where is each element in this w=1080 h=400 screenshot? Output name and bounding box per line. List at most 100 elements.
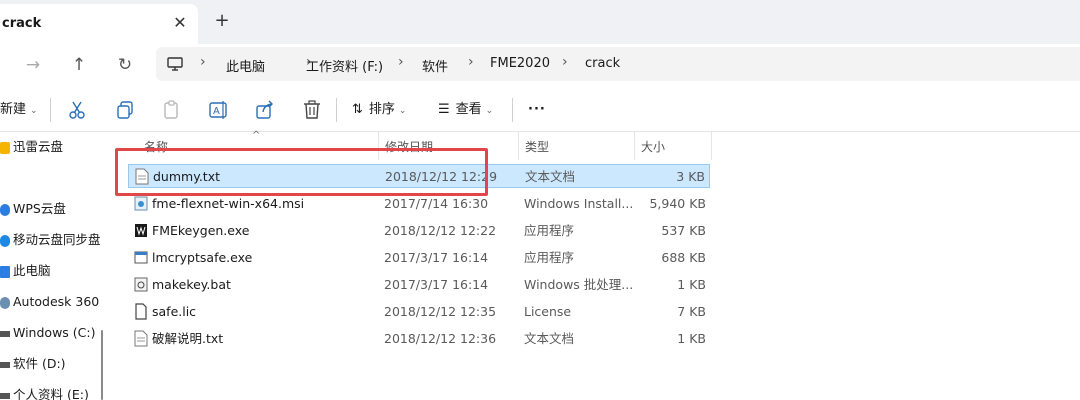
more-options-button[interactable]: ··· [528,99,546,121]
sidebar-item-this-pc[interactable]: 此电脑 [0,260,51,282]
forward-arrow-icon[interactable]: → [20,52,46,78]
file-size: 537 KB [661,223,706,238]
file-date: 2017/3/17 16:14 [384,250,489,265]
close-icon[interactable]: ✕ [170,13,190,33]
tab-title: crack [2,16,42,31]
file-size: 1 KB [677,331,706,346]
column-divider[interactable] [634,132,635,160]
tab-crack[interactable]: crack ✕ [0,4,198,44]
breadcrumb-crack[interactable]: crack [585,56,620,71]
sidebar-item-drive-e[interactable]: 个人资料 (E:) [0,384,89,400]
chevron-down-icon: ⌄ [485,106,494,116]
sort-icon: ⇅ [352,102,363,117]
share-icon[interactable] [254,99,276,121]
chevron-down-icon: ⌄ [30,106,38,116]
breadcrumb-separator: › [562,54,568,70]
file-name: fme-flexnet-win-x64.msi [152,196,305,211]
sidebar-item-mobile-cloud[interactable]: 移动云盘同步盘 [0,229,101,251]
column-divider[interactable] [518,132,519,160]
file-size: 3 KB [676,169,705,184]
view-button[interactable]: ☰ 查看 ⌄ [438,99,493,121]
file-type: License [524,304,572,319]
file-name: 破解说明.txt [152,331,224,346]
annotation-highlight-box [115,148,488,196]
table-row[interactable]: 破解说明.txt 2018/12/12 12:36 文本文档 1 KB [128,327,710,351]
file-date: 2017/7/14 16:30 [384,196,489,211]
breadcrumb-work-drive-label[interactable]: 工作资料 (F:) [306,56,383,75]
cut-icon[interactable] [66,99,88,121]
copy-icon[interactable] [114,99,136,121]
cloud-drive-icon [0,141,10,154]
sort-label: 排序 [368,102,395,117]
file-name: makekey.bat [152,277,231,292]
breadcrumb-separator: › [398,54,404,70]
file-type: 应用程序 [524,223,575,238]
sidebar-scrollbar[interactable] [101,330,103,400]
file-date: 2018/12/12 12:36 [384,331,497,346]
file-type: Windows Install... [524,196,634,211]
cloud-icon [0,203,10,216]
sidebar-item-label: Autodesk 360 [13,294,100,309]
sidebar-item-label: WPS云盘 [13,201,66,216]
view-label: 查看 [455,102,482,117]
breadcrumb-this-pc[interactable]: 此电脑 [226,56,265,75]
file-name: safe.lic [152,304,197,319]
file-type: 应用程序 [524,250,575,265]
column-header-type[interactable]: 类型 [525,136,549,158]
paste-icon[interactable] [161,99,183,121]
table-row[interactable]: safe.lic 2018/12/12 12:35 License 7 KB [128,300,710,324]
toolbar-divider [512,98,513,122]
file-type: 文本文档 [524,331,575,346]
sort-ascending-icon: ^ [252,130,261,141]
table-row[interactable]: makekey.bat 2017/3/17 16:14 Windows 批处理.… [128,273,710,297]
toolbar-divider [50,98,51,122]
command-bar: 新建 ⌄ A ⇅ 排序 ⌄ ☰ 查看 ⌄ ··· [0,88,1080,132]
toolbar-divider [336,98,337,122]
sidebar-item-label: 软件 (D:) [13,356,66,371]
msi-file-icon [134,196,148,211]
bat-file-icon [134,277,148,292]
navigation-pane: 迅雷云盘 WPS云盘 移动云盘同步盘 此电脑 Autodesk 360 Wind… [0,132,110,400]
sidebar-item-autodesk[interactable]: Autodesk 360 [0,291,99,313]
sidebar-item-drive-d[interactable]: 软件 (D:) [0,353,66,375]
sidebar-item-xunlei[interactable]: 迅雷云盘 [0,136,63,158]
drive-icon [0,392,10,399]
file-size: 1 KB [677,277,706,292]
new-tab-button[interactable]: + [212,12,232,32]
file-date: 2018/12/12 12:22 [384,223,497,238]
address-bar[interactable]: › 此电脑 › 工作资料 (F:) › 软件 › FME2020 › crack [156,47,1080,81]
up-arrow-icon[interactable]: ↑ [66,52,92,78]
rename-icon[interactable]: A [208,99,230,121]
file-size: 688 KB [661,250,706,265]
windows-drive-icon [0,330,10,337]
breadcrumb-separator: › [468,54,474,70]
file-name: lmcryptsafe.exe [152,250,253,265]
sidebar-item-drive-c[interactable]: Windows (C:) [0,322,95,344]
drive-icon [0,361,10,368]
exe-file-icon [135,224,147,237]
table-row[interactable]: lmcryptsafe.exe 2017/3/17 16:14 应用程序 688… [128,246,710,270]
breadcrumb-fme2020[interactable]: FME2020 [490,56,550,71]
column-header-size[interactable]: 大小 [641,136,665,158]
table-row[interactable]: FMEkeygen.exe 2018/12/12 12:22 应用程序 537 … [128,219,710,243]
breadcrumb-software[interactable]: 软件 [422,56,448,75]
text-file-icon [134,330,148,347]
tab-strip: crack ✕ + [0,0,1080,44]
file-date: 2017/3/17 16:14 [384,277,489,292]
file-type: 文本文档 [525,169,576,184]
cloud-icon [0,234,10,247]
file-date: 2018/12/12 12:35 [384,304,497,319]
sidebar-item-label: 个人资料 (E:) [13,387,89,400]
navigation-bar: → ↑ ↻ › 此电脑 › 工作资料 (F:) › 软件 › FME2020 ›… [0,44,1080,86]
refresh-icon[interactable]: ↻ [112,52,138,78]
column-divider[interactable] [711,132,712,160]
delete-icon[interactable] [301,99,323,121]
sidebar-item-label: Windows (C:) [13,325,96,340]
app-window-icon [134,251,148,264]
network-drive-icon [0,296,10,309]
new-button[interactable]: 新建 ⌄ [0,99,38,121]
file-name: FMEkeygen.exe [152,223,250,238]
lic-file-icon [135,303,147,320]
sidebar-item-wps[interactable]: WPS云盘 [0,198,66,220]
sort-button[interactable]: ⇅ 排序 ⌄ [352,99,406,121]
